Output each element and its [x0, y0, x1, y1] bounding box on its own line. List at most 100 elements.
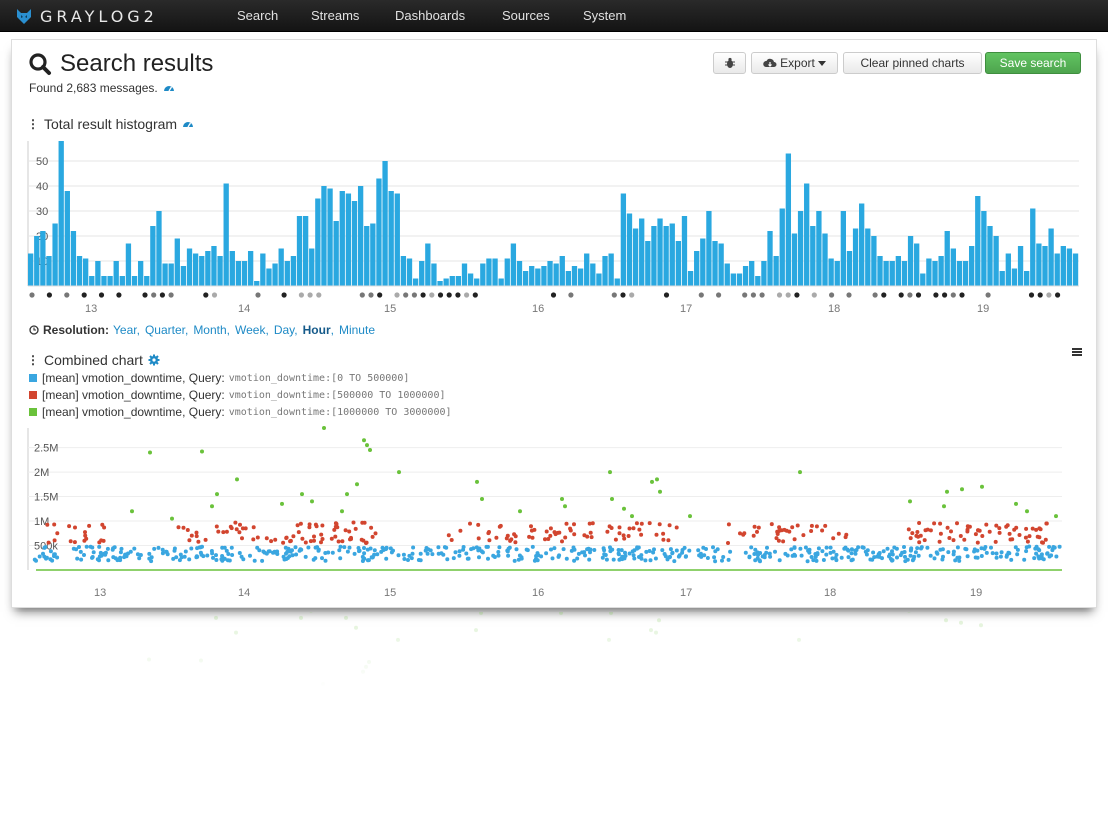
histogram-bar [663, 226, 669, 286]
scatter-point [824, 552, 829, 557]
scatter-point [1005, 523, 1010, 528]
resolution-option-minute[interactable]: Minute [339, 323, 375, 337]
histogram-bar [327, 188, 333, 286]
drag-handle-icon[interactable]: ⋮ [27, 117, 39, 131]
legend-item[interactable]: [mean] vmotion_downtime, Query: vmotion_… [29, 371, 409, 385]
scatter-point [506, 553, 511, 558]
scatter-point [892, 545, 897, 550]
resolution-option-hour[interactable]: Hour [303, 323, 331, 337]
resolution-option-week[interactable]: Week [235, 323, 265, 337]
scatter-point [903, 554, 907, 559]
scatter-x-tick-label: 18 [824, 587, 836, 599]
scatter-point [980, 534, 985, 538]
histogram-chart[interactable]: 102030405013141516171819 [12, 135, 1096, 320]
legend-item[interactable]: [mean] vmotion_downtime, Query: vmotion_… [29, 405, 452, 419]
scatter-point [715, 547, 720, 552]
scatter-point [647, 521, 652, 526]
debug-button[interactable] [713, 52, 746, 74]
histogram-annotation-marker [429, 292, 435, 298]
scatter-point [999, 550, 1004, 555]
scatter-point [222, 545, 227, 550]
scatter-point [491, 553, 496, 558]
scatter-point [564, 556, 569, 561]
histogram-annotation-marker [29, 292, 35, 298]
histogram-annotation-marker [298, 292, 304, 298]
histogram-bar [828, 258, 834, 286]
histogram-bar [883, 261, 889, 286]
nav-system[interactable]: System [583, 8, 626, 23]
scatter-point [767, 551, 772, 556]
histogram-annotation-marker [872, 292, 878, 298]
resolution-option-quarter[interactable]: Quarter [145, 323, 185, 337]
histogram-y-tick-label: 40 [36, 181, 48, 193]
histogram-bar [706, 211, 712, 286]
resolution-option-month[interactable]: Month [193, 323, 226, 337]
histogram-x-tick-label: 16 [532, 303, 544, 315]
legend-item[interactable]: [mean] vmotion_downtime, Query: vmotion_… [29, 388, 446, 402]
scatter-point [300, 536, 305, 541]
scatter-point [230, 553, 235, 557]
scatter-point [864, 552, 869, 557]
histogram-bar [205, 251, 211, 286]
scatter-point [654, 532, 659, 537]
gear-icon[interactable] [148, 354, 160, 366]
scatter-point [504, 536, 509, 541]
histogram-bar [938, 256, 944, 286]
scatter-point [241, 557, 246, 562]
brand[interactable]: GRAYLOG2 [14, 5, 158, 27]
histogram-annotation-marker [159, 292, 165, 298]
dashboard-icon[interactable] [182, 118, 194, 130]
histogram-bar [846, 251, 853, 286]
histogram-bar [150, 226, 156, 286]
scatter-point [37, 554, 42, 559]
scatter-point [88, 544, 93, 549]
histogram-bar [761, 261, 767, 286]
histogram-bar [626, 213, 633, 286]
resolution-option-day[interactable]: Day [274, 323, 294, 337]
histogram-bar [669, 223, 675, 286]
scatter-point [530, 544, 535, 549]
hamburger-menu-icon[interactable] [1070, 346, 1084, 358]
scatter-point [359, 537, 364, 542]
histogram-x-tick-label: 13 [85, 303, 97, 315]
scatter-point [702, 553, 707, 558]
resolution-option-year[interactable]: Year [113, 323, 137, 337]
histogram-bar [859, 203, 865, 286]
combined-scatter-chart[interactable]: 500k1M1.5M2M2.5M13141516171819 [12, 420, 1096, 605]
scatter-point [322, 426, 326, 430]
nav-search[interactable]: Search [237, 8, 278, 23]
histogram-bar [223, 183, 229, 286]
scatter-point [765, 545, 769, 550]
scatter-point [284, 535, 289, 540]
histogram-bar [339, 191, 345, 286]
scatter-point [384, 546, 389, 551]
scatter-point [663, 554, 668, 559]
clear-pinned-charts-button[interactable]: Clear pinned charts [843, 52, 982, 74]
scatter-point [512, 532, 517, 537]
histogram-bar [687, 271, 694, 286]
scatter-point [843, 545, 848, 550]
scatter-point [345, 549, 350, 554]
scatter-point [890, 549, 894, 554]
drag-handle-icon[interactable]: ⋮ [27, 353, 39, 367]
histogram-annotation-marker [881, 292, 887, 298]
export-button[interactable]: Export [751, 52, 838, 74]
resolution-separator: , [294, 323, 298, 337]
scatter-point [530, 535, 535, 540]
nav-streams[interactable]: Streams [311, 8, 359, 23]
nav-sources[interactable]: Sources [502, 8, 550, 23]
histogram-bar [1042, 246, 1048, 286]
save-search-button[interactable]: Save search [985, 52, 1081, 74]
scatter-point [912, 554, 917, 559]
histogram-bar [608, 253, 614, 286]
histogram-bar [137, 261, 144, 286]
scatter-point [476, 522, 481, 527]
nav-dashboards[interactable]: Dashboards [395, 8, 465, 23]
scatter-point [464, 551, 469, 556]
scatter-point [752, 524, 757, 529]
dashboard-icon[interactable] [163, 82, 175, 94]
scatter-point [201, 554, 206, 559]
scatter-point [705, 556, 710, 560]
scatter-point [251, 537, 256, 542]
found-count: Found 2,683 messages. [29, 81, 175, 95]
